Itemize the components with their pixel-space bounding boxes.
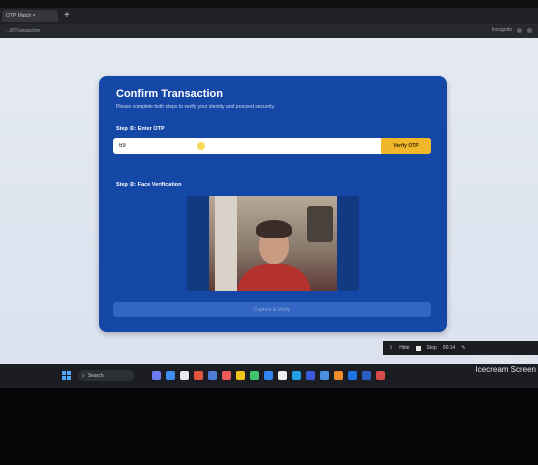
- recording-timer: 00:14: [442, 345, 456, 351]
- recorder-watermark: Recorded in FREE Icecream Screen: [469, 355, 536, 375]
- taskbar-app-icon[interactable]: [208, 371, 217, 380]
- page-title: Confirm Transaction: [116, 88, 223, 100]
- menu-icon[interactable]: [527, 27, 532, 33]
- taskbar-app-icon[interactable]: [152, 371, 161, 380]
- person-shirt: [237, 264, 311, 291]
- page-viewport: Confirm Transaction Please complete both…: [0, 38, 538, 364]
- vscode-icon[interactable]: [362, 371, 371, 380]
- pen-icon[interactable]: ✎: [461, 345, 465, 351]
- monitor-bezel-bottom: [0, 388, 538, 465]
- taskbar-app-icon[interactable]: [306, 371, 315, 380]
- taskbar-app-icon[interactable]: [194, 371, 203, 380]
- search-label: Search: [87, 372, 104, 379]
- face-verification-frame: [187, 196, 359, 291]
- watermark-line1: Recorded in FREE: [469, 355, 536, 364]
- edge-icon[interactable]: [292, 371, 301, 380]
- webcam-feed: [209, 196, 337, 291]
- taskbar-app-icon[interactable]: [278, 371, 287, 380]
- new-tab-button[interactable]: +: [64, 11, 70, 21]
- taskbar-app-icon[interactable]: [180, 371, 189, 380]
- taskbar-app-icon[interactable]: [264, 371, 273, 380]
- url-text: ...8/Transaction: [6, 28, 41, 34]
- folder-icon[interactable]: [236, 371, 245, 380]
- taskbar-app-icon[interactable]: [166, 371, 175, 380]
- search-icon: ⌕: [82, 372, 85, 379]
- profile-icon[interactable]: [517, 27, 522, 33]
- taskbar-app-icon[interactable]: [320, 371, 329, 380]
- windows-taskbar: ⌕ Search: [0, 364, 538, 388]
- watermark-line2: Icecream Screen: [475, 365, 536, 374]
- taskbar-app-icon[interactable]: [348, 371, 357, 380]
- person-hair: [256, 220, 292, 238]
- verify-otp-button[interactable]: Verify OTP: [381, 138, 431, 154]
- browser-tab[interactable]: OTP Match ×: [2, 10, 58, 22]
- stop-icon[interactable]: [415, 345, 421, 351]
- otp-row: Verify OTP: [113, 138, 431, 154]
- background-door: [215, 196, 237, 291]
- capture-verify-button[interactable]: Capture & Verify: [113, 302, 431, 317]
- address-bar-actions: Incognito: [492, 27, 532, 33]
- mouse-cursor-highlight: [197, 142, 205, 150]
- confirm-transaction-card: Confirm Transaction Please complete both…: [99, 76, 447, 332]
- windows-start-icon[interactable]: [62, 371, 71, 380]
- step1-label: Step ①: Enter OTP: [116, 126, 165, 132]
- screen-recorder-widget: ⇩ Hide Stop 00:14 ✎: [383, 341, 538, 355]
- taskbar-app-icon[interactable]: [376, 371, 385, 380]
- address-bar[interactable]: ...8/Transaction Incognito: [0, 24, 538, 38]
- pin-icon[interactable]: ⇩: [389, 345, 393, 351]
- browser-tab-bar: OTP Match × +: [0, 8, 538, 24]
- hide-button[interactable]: Hide: [399, 345, 409, 351]
- taskbar-app-icon[interactable]: [250, 371, 259, 380]
- otp-input[interactable]: [113, 138, 381, 154]
- incognito-label: Incognito: [491, 27, 512, 33]
- taskbar-app-icon[interactable]: [334, 371, 343, 380]
- taskbar-app-icon[interactable]: [222, 371, 231, 380]
- tab-title: OTP Match ×: [6, 13, 36, 19]
- page-subtitle: Please complete both steps to verify you…: [116, 104, 275, 110]
- monitor-bezel-top: [0, 0, 538, 8]
- step2-label: Step ②: Face Verification: [116, 182, 182, 188]
- taskbar-search[interactable]: ⌕ Search: [78, 370, 134, 381]
- background-shelf: [307, 206, 333, 242]
- stop-label[interactable]: Stop: [427, 345, 437, 351]
